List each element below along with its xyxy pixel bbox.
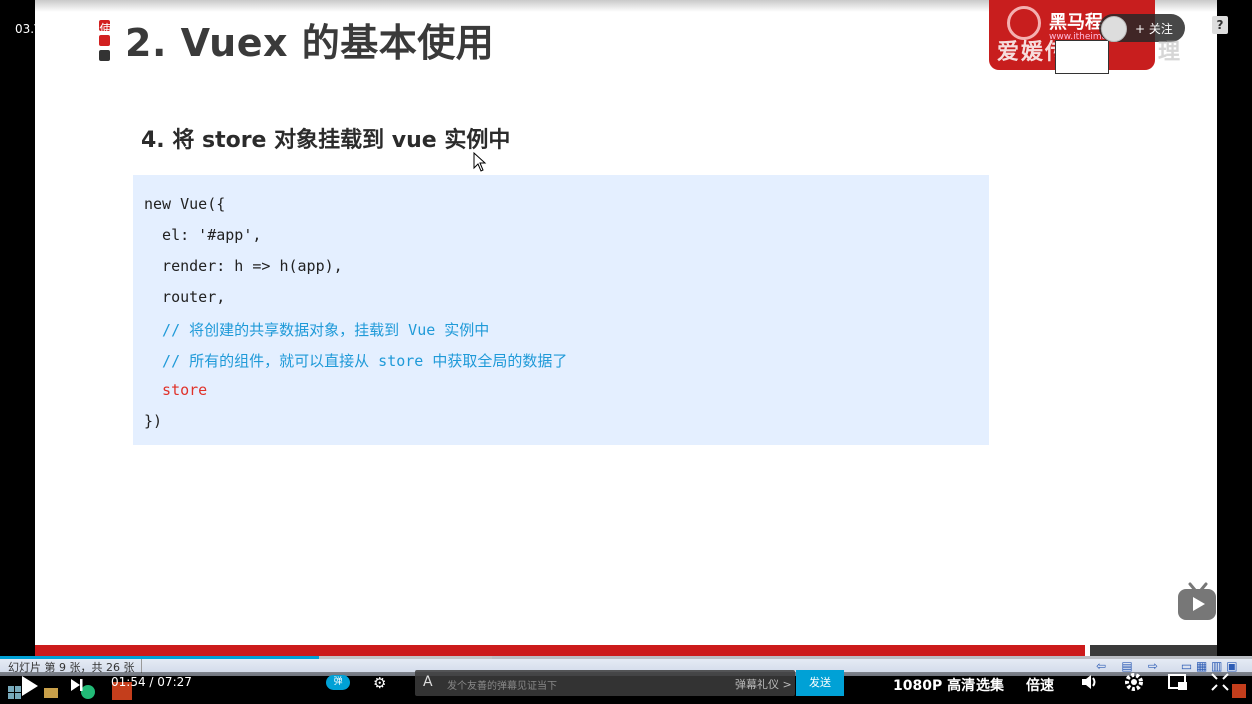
quality-button[interactable]: 1080P 高清: [893, 675, 975, 695]
danmu-style-icon[interactable]: A: [423, 674, 433, 690]
tray-icon: [1232, 683, 1246, 703]
progress-played[interactable]: [0, 656, 320, 659]
code-line: el: '#app',: [144, 226, 262, 244]
slide-title: 2. Vuex 的基本使用: [125, 21, 495, 65]
bilibili-tv-icon[interactable]: [1176, 582, 1220, 622]
episodes-button[interactable]: 选集: [976, 675, 1004, 695]
status-divider: [141, 659, 142, 673]
danmu-toggle[interactable]: 弹: [326, 675, 350, 690]
video-title: 03.Vuex的基本使用: [15, 22, 124, 36]
danmu-placeholder: 发个友善的弹幕见证当下: [447, 681, 557, 692]
code-comment: // 所有的组件，就可以直接从 store 中获取全局的数据了: [144, 352, 568, 370]
code-block: new Vue({ el: '#app', render: h => h(app…: [133, 175, 989, 445]
code-line: router,: [144, 288, 226, 306]
time-separator: /: [149, 675, 154, 689]
view-icons: ⇦ ▤ ⇨ ▭ ▦ ▥ ▣: [1096, 659, 1238, 673]
mouse-cursor-icon: [473, 151, 487, 176]
settings-icon[interactable]: [1124, 672, 1144, 697]
danmu-settings-icon[interactable]: ⚙: [373, 674, 386, 692]
danmu-etiquette-link[interactable]: 弹幕礼仪 >: [735, 676, 792, 692]
duration: 07:27: [157, 675, 192, 689]
slide-footer-bar-dark: [1090, 645, 1217, 656]
speed-button[interactable]: 倍速: [1026, 675, 1054, 695]
watermark-right: 理: [1158, 40, 1181, 65]
screen-thumbnail: [1055, 40, 1109, 74]
code-line: new Vue({: [144, 195, 226, 213]
code-line: }): [144, 412, 163, 430]
brand-name: 黑马程: [1049, 12, 1103, 33]
code-comment: // 将创建的共享数据对象，挂载到 Vue 实例中: [144, 321, 490, 339]
widescreen-icon[interactable]: [1210, 672, 1230, 697]
slide-subtitle: 4. 将 store 对象挂载到 vue 实例中: [141, 128, 511, 153]
danmu-input[interactable]: A 发个友善的弹幕见证当下 弹幕礼仪 >: [415, 670, 795, 696]
play-button[interactable]: [22, 676, 38, 696]
code-store-keyword: store: [144, 381, 208, 399]
volume-icon[interactable]: [1080, 672, 1100, 697]
slide-canvas: 2. Vuex 的基本使用 4. 将 store 对象挂载到 vue 实例中 n…: [35, 0, 1217, 656]
pip-icon[interactable]: [1168, 672, 1188, 697]
code-line: render: h => h(app),: [144, 257, 343, 275]
help-icon[interactable]: ?: [1212, 16, 1228, 34]
current-time: 01:54: [111, 675, 146, 689]
send-button[interactable]: 发送: [796, 670, 844, 696]
time-display: 01:54 / 07:27: [111, 675, 192, 689]
slide-footer-bar: [35, 645, 1085, 656]
uploader-avatar[interactable]: [1101, 16, 1127, 42]
next-icon[interactable]: [70, 677, 84, 696]
